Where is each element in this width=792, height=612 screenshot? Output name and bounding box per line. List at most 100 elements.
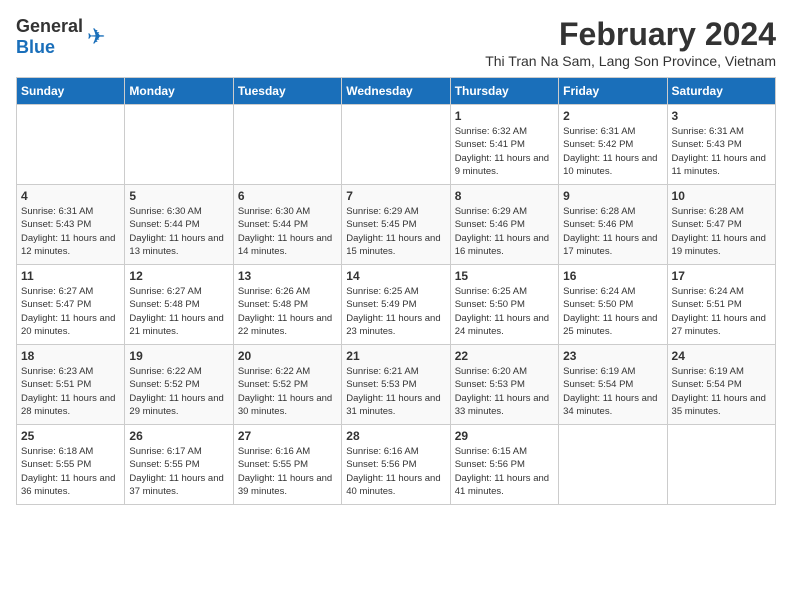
day-info: Sunrise: 6:22 AMSunset: 5:52 PMDaylight:…	[129, 365, 228, 418]
day-info: Sunrise: 6:19 AMSunset: 5:54 PMDaylight:…	[672, 365, 771, 418]
calendar-cell	[233, 105, 341, 185]
day-info: Sunrise: 6:20 AMSunset: 5:53 PMDaylight:…	[455, 365, 554, 418]
weekday-header-friday: Friday	[559, 78, 667, 105]
day-number: 20	[238, 349, 337, 363]
logo-general: General	[16, 16, 83, 36]
calendar-cell: 29 Sunrise: 6:15 AMSunset: 5:56 PMDayligh…	[450, 425, 558, 505]
day-info: Sunrise: 6:29 AMSunset: 5:46 PMDaylight:…	[455, 205, 554, 258]
day-info: Sunrise: 6:19 AMSunset: 5:54 PMDaylight:…	[563, 365, 662, 418]
day-info: Sunrise: 6:32 AMSunset: 5:41 PMDaylight:…	[455, 125, 554, 178]
weekday-header-tuesday: Tuesday	[233, 78, 341, 105]
day-number: 18	[21, 349, 120, 363]
calendar-week-2: 4 Sunrise: 6:31 AMSunset: 5:43 PMDaylight…	[17, 185, 776, 265]
calendar-cell: 24 Sunrise: 6:19 AMSunset: 5:54 PMDayligh…	[667, 345, 775, 425]
calendar-cell: 16 Sunrise: 6:24 AMSunset: 5:50 PMDayligh…	[559, 265, 667, 345]
weekday-header-thursday: Thursday	[450, 78, 558, 105]
calendar-cell: 20 Sunrise: 6:22 AMSunset: 5:52 PMDayligh…	[233, 345, 341, 425]
calendar-cell	[559, 425, 667, 505]
logo-blue: Blue	[16, 37, 55, 57]
day-info: Sunrise: 6:16 AMSunset: 5:56 PMDaylight:…	[346, 445, 445, 498]
calendar-table: SundayMondayTuesdayWednesdayThursdayFrid…	[16, 77, 776, 505]
day-info: Sunrise: 6:25 AMSunset: 5:50 PMDaylight:…	[455, 285, 554, 338]
day-number: 23	[563, 349, 662, 363]
calendar-cell: 23 Sunrise: 6:19 AMSunset: 5:54 PMDayligh…	[559, 345, 667, 425]
logo-bird-icon: ✈	[87, 24, 105, 50]
day-number: 17	[672, 269, 771, 283]
day-number: 8	[455, 189, 554, 203]
day-info: Sunrise: 6:17 AMSunset: 5:55 PMDaylight:…	[129, 445, 228, 498]
calendar-cell: 21 Sunrise: 6:21 AMSunset: 5:53 PMDayligh…	[342, 345, 450, 425]
day-number: 12	[129, 269, 228, 283]
calendar-cell	[17, 105, 125, 185]
calendar-cell: 11 Sunrise: 6:27 AMSunset: 5:47 PMDayligh…	[17, 265, 125, 345]
calendar-cell: 15Sunrise: 6:25 AMSunset: 5:50 PMDayligh…	[450, 265, 558, 345]
calendar-cell: 5Sunrise: 6:30 AMSunset: 5:44 PMDaylight…	[125, 185, 233, 265]
day-number: 24	[672, 349, 771, 363]
day-info: Sunrise: 6:30 AMSunset: 5:44 PMDaylight:…	[238, 205, 337, 258]
weekday-header-monday: Monday	[125, 78, 233, 105]
calendar-cell: 8 Sunrise: 6:29 AMSunset: 5:46 PMDaylight…	[450, 185, 558, 265]
weekday-header-sunday: Sunday	[17, 78, 125, 105]
calendar-cell: 22 Sunrise: 6:20 AMSunset: 5:53 PMDayligh…	[450, 345, 558, 425]
day-info: Sunrise: 6:25 AMSunset: 5:49 PMDaylight:…	[346, 285, 445, 338]
day-number: 4	[21, 189, 120, 203]
day-number: 19	[129, 349, 228, 363]
day-number: 21	[346, 349, 445, 363]
logo: General Blue ✈	[16, 16, 105, 58]
day-info: Sunrise: 6:31 AMSunset: 5:43 PMDaylight:…	[672, 125, 771, 178]
day-info: Sunrise: 6:30 AMSunset: 5:44 PMDaylight:…	[129, 205, 228, 258]
weekday-header-saturday: Saturday	[667, 78, 775, 105]
day-info: Sunrise: 6:27 AMSunset: 5:47 PMDaylight:…	[21, 285, 120, 338]
day-number: 22	[455, 349, 554, 363]
calendar-week-4: 18 Sunrise: 6:23 AMSunset: 5:51 PMDayligh…	[17, 345, 776, 425]
calendar-cell: 27 Sunrise: 6:16 AMSunset: 5:55 PMDayligh…	[233, 425, 341, 505]
calendar-cell: 9Sunrise: 6:28 AMSunset: 5:46 PMDaylight…	[559, 185, 667, 265]
calendar-cell: 19 Sunrise: 6:22 AMSunset: 5:52 PMDayligh…	[125, 345, 233, 425]
calendar-cell: 13 Sunrise: 6:26 AMSunset: 5:48 PMDayligh…	[233, 265, 341, 345]
location-title: Thi Tran Na Sam, Lang Son Province, Viet…	[485, 53, 776, 69]
day-info: Sunrise: 6:28 AMSunset: 5:47 PMDaylight:…	[672, 205, 771, 258]
day-number: 16	[563, 269, 662, 283]
title-block: February 2024 Thi Tran Na Sam, Lang Son …	[485, 16, 776, 69]
page-header: General Blue ✈ February 2024 Thi Tran Na…	[16, 16, 776, 69]
day-number: 13	[238, 269, 337, 283]
calendar-cell: 28 Sunrise: 6:16 AMSunset: 5:56 PMDayligh…	[342, 425, 450, 505]
day-number: 25	[21, 429, 120, 443]
calendar-cell: 17 Sunrise: 6:24 AMSunset: 5:51 PMDayligh…	[667, 265, 775, 345]
day-info: Sunrise: 6:26 AMSunset: 5:48 PMDaylight:…	[238, 285, 337, 338]
month-title: February 2024	[485, 16, 776, 53]
day-info: Sunrise: 6:24 AMSunset: 5:51 PMDaylight:…	[672, 285, 771, 338]
day-info: Sunrise: 6:21 AMSunset: 5:53 PMDaylight:…	[346, 365, 445, 418]
day-info: Sunrise: 6:15 AMSunset: 5:56 PMDaylight:…	[455, 445, 554, 498]
calendar-cell: 1 Sunrise: 6:32 AMSunset: 5:41 PMDaylight…	[450, 105, 558, 185]
day-info: Sunrise: 6:23 AMSunset: 5:51 PMDaylight:…	[21, 365, 120, 418]
day-number: 27	[238, 429, 337, 443]
day-info: Sunrise: 6:27 AMSunset: 5:48 PMDaylight:…	[129, 285, 228, 338]
day-number: 9	[563, 189, 662, 203]
day-info: Sunrise: 6:16 AMSunset: 5:55 PMDaylight:…	[238, 445, 337, 498]
day-number: 28	[346, 429, 445, 443]
weekday-header-wednesday: Wednesday	[342, 78, 450, 105]
calendar-cell: 12 Sunrise: 6:27 AMSunset: 5:48 PMDayligh…	[125, 265, 233, 345]
day-number: 11	[21, 269, 120, 283]
day-info: Sunrise: 6:24 AMSunset: 5:50 PMDaylight:…	[563, 285, 662, 338]
calendar-cell: 18 Sunrise: 6:23 AMSunset: 5:51 PMDayligh…	[17, 345, 125, 425]
calendar-week-5: 25 Sunrise: 6:18 AMSunset: 5:55 PMDayligh…	[17, 425, 776, 505]
calendar-cell: 14 Sunrise: 6:25 AMSunset: 5:49 PMDayligh…	[342, 265, 450, 345]
calendar-cell	[667, 425, 775, 505]
day-number: 1	[455, 109, 554, 123]
calendar-cell: 3Sunrise: 6:31 AMSunset: 5:43 PMDaylight…	[667, 105, 775, 185]
day-number: 2	[563, 109, 662, 123]
day-number: 29	[455, 429, 554, 443]
calendar-cell: 6Sunrise: 6:30 AMSunset: 5:44 PMDaylight…	[233, 185, 341, 265]
day-info: Sunrise: 6:18 AMSunset: 5:55 PMDaylight:…	[21, 445, 120, 498]
day-number: 7	[346, 189, 445, 203]
day-info: Sunrise: 6:22 AMSunset: 5:52 PMDaylight:…	[238, 365, 337, 418]
day-number: 14	[346, 269, 445, 283]
day-number: 10	[672, 189, 771, 203]
calendar-week-3: 11 Sunrise: 6:27 AMSunset: 5:47 PMDayligh…	[17, 265, 776, 345]
calendar-cell: 10 Sunrise: 6:28 AMSunset: 5:47 PMDayligh…	[667, 185, 775, 265]
day-number: 26	[129, 429, 228, 443]
day-info: Sunrise: 6:31 AMSunset: 5:43 PMDaylight:…	[21, 205, 120, 258]
calendar-cell: 4 Sunrise: 6:31 AMSunset: 5:43 PMDaylight…	[17, 185, 125, 265]
